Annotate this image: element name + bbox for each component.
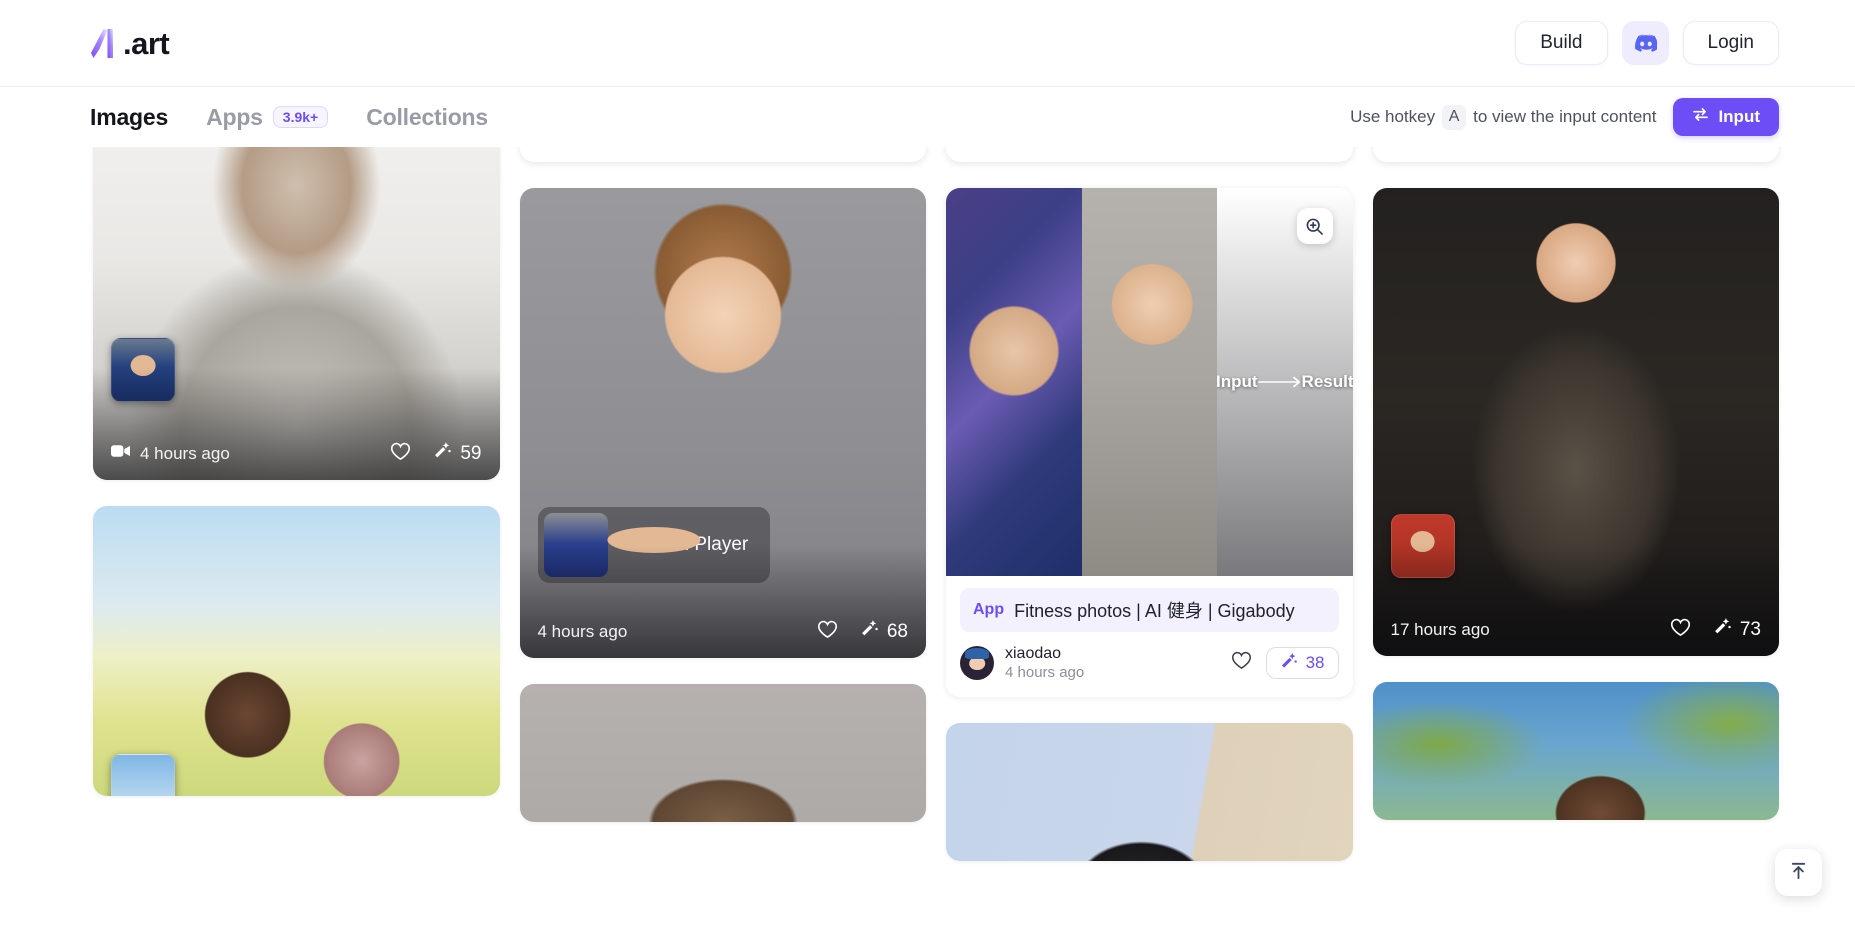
card-timestamp: 4 hours ago: [1005, 664, 1085, 681]
site-logo[interactable]: .art: [90, 25, 170, 61]
feed-card-stub-top[interactable]: [946, 147, 1353, 162]
card-artwork: [1372, 188, 1779, 656]
app-link-chip[interactable]: App Fitness photos | AI 健身 | Gigabody: [960, 588, 1339, 632]
thumbnail-face: [1410, 531, 1435, 553]
input-toggle-button[interactable]: Input: [1673, 98, 1779, 136]
feed-column-3: Input Result App Fitness photos | AI 健身 …: [946, 147, 1353, 861]
feed-card-warrior-woman[interactable]: 17 hours ago 73: [1372, 188, 1779, 656]
card-artwork: [1372, 682, 1779, 820]
hotkey-hint-suffix: to view the input content: [1473, 107, 1657, 126]
feed-card-stub-top[interactable]: [1372, 147, 1779, 162]
card-source-thumbnail: [111, 338, 175, 402]
feed-card-sticker-character[interactable]: [519, 684, 926, 822]
card-artwork: [93, 147, 500, 480]
card-artwork: [93, 506, 500, 796]
logo-wordmark: .art: [123, 25, 170, 61]
heart-icon[interactable]: [1231, 651, 1252, 675]
avatar[interactable]: [960, 646, 994, 681]
scroll-to-top-button[interactable]: [1775, 849, 1822, 896]
header-actions: Build Login: [1515, 21, 1779, 65]
avatar-headwear: [964, 648, 990, 659]
magic-wand-icon: [1280, 652, 1298, 675]
compare-labels: Input Result: [1217, 188, 1353, 576]
masonry-columns: 4 hours ago 59 Player 4 hours ago 68 Inp…: [0, 147, 1855, 861]
a-art-logo-icon: [90, 27, 120, 60]
scroll-to-top-icon: [1788, 860, 1809, 886]
feed-column-2: Football Player 4 hours ago: [519, 147, 926, 822]
card-artwork: [519, 188, 926, 658]
discord-icon[interactable]: [1621, 21, 1669, 65]
app-name-label: Fitness photos | AI 健身 | Gigabody: [1014, 601, 1295, 621]
thumbnail-face: [130, 355, 156, 377]
card-author-row: xiaodao 4 hours ago 38: [960, 644, 1339, 683]
feed-card-fitness-app[interactable]: Input Result App Fitness photos | AI 健身 …: [946, 188, 1353, 697]
author-name: xiaodao: [1005, 645, 1062, 662]
card-source-thumbnail: [543, 513, 701, 577]
feed-card-cartoon-footballer[interactable]: Football Player 4 hours ago: [519, 188, 926, 658]
before-after-compare: Input Result: [946, 188, 1353, 576]
swap-arrows-icon: [1692, 107, 1709, 127]
tab-collections[interactable]: Collections: [366, 104, 488, 131]
tab-apps-label: Apps: [206, 103, 263, 130]
tab-images[interactable]: Images: [90, 104, 168, 131]
build-button[interactable]: Build: [1515, 21, 1608, 65]
app-tag-label: App: [973, 601, 1005, 618]
apps-count-badge: 3.9k+: [272, 106, 329, 128]
card-source-thumbnail: [111, 754, 175, 796]
subnav-actions: Use hotkey A to view the input content I…: [1350, 98, 1779, 136]
hotkey-hint: Use hotkey A to view the input content: [1350, 104, 1657, 130]
secondary-navigation: Images Apps 3.9k+ Collections Use hotkey…: [0, 87, 1855, 147]
login-button[interactable]: Login: [1682, 21, 1779, 65]
compare-result-image: [1081, 188, 1217, 576]
feed-card-anime-couple[interactable]: [93, 506, 500, 796]
content-tabs: Images Apps 3.9k+ Collections: [90, 104, 488, 131]
tab-apps[interactable]: Apps 3.9k+: [206, 103, 329, 131]
feed-card-tropical-portrait[interactable]: [1372, 682, 1779, 820]
hotkey-key: A: [1442, 104, 1467, 130]
card-artwork: [946, 722, 1353, 861]
feed-card-man-sweater[interactable]: 4 hours ago 59: [93, 147, 500, 480]
card-body: App Fitness photos | AI 健身 | Gigabody xi…: [946, 576, 1353, 697]
input-toggle-label: Input: [1718, 107, 1760, 126]
tab-collections-label: Collections: [366, 103, 488, 130]
hotkey-hint-prefix: Use hotkey: [1350, 107, 1436, 126]
image-feed[interactable]: 4 hours ago 59 Player 4 hours ago 68 Inp…: [0, 147, 1855, 928]
arrow-right-icon: [1257, 376, 1302, 388]
feed-column-1: 4 hours ago 59: [93, 147, 500, 796]
card-artwork: [519, 684, 926, 822]
card-source-thumbnail: [1390, 514, 1455, 578]
compare-result-label: Result: [1301, 372, 1353, 391]
generation-count-value: 38: [1305, 653, 1325, 673]
generation-count[interactable]: 38: [1265, 647, 1339, 680]
compare-input-image: [946, 188, 1082, 576]
card-actions: 38: [1231, 647, 1339, 680]
feed-card-3d-character[interactable]: [946, 722, 1353, 861]
tab-images-label: Images: [90, 103, 169, 130]
avatar-face: [969, 656, 985, 671]
card-source-label: Football Player: [537, 507, 771, 583]
top-header-bar: .art Build Login: [0, 0, 1855, 87]
feed-card-stub-top[interactable]: [519, 147, 926, 162]
zoom-in-icon[interactable]: [1296, 208, 1333, 244]
author-info: xiaodao 4 hours ago: [1005, 644, 1084, 683]
feed-column-4: 17 hours ago 73: [1372, 147, 1779, 820]
compare-input-label: Input: [1217, 372, 1258, 391]
